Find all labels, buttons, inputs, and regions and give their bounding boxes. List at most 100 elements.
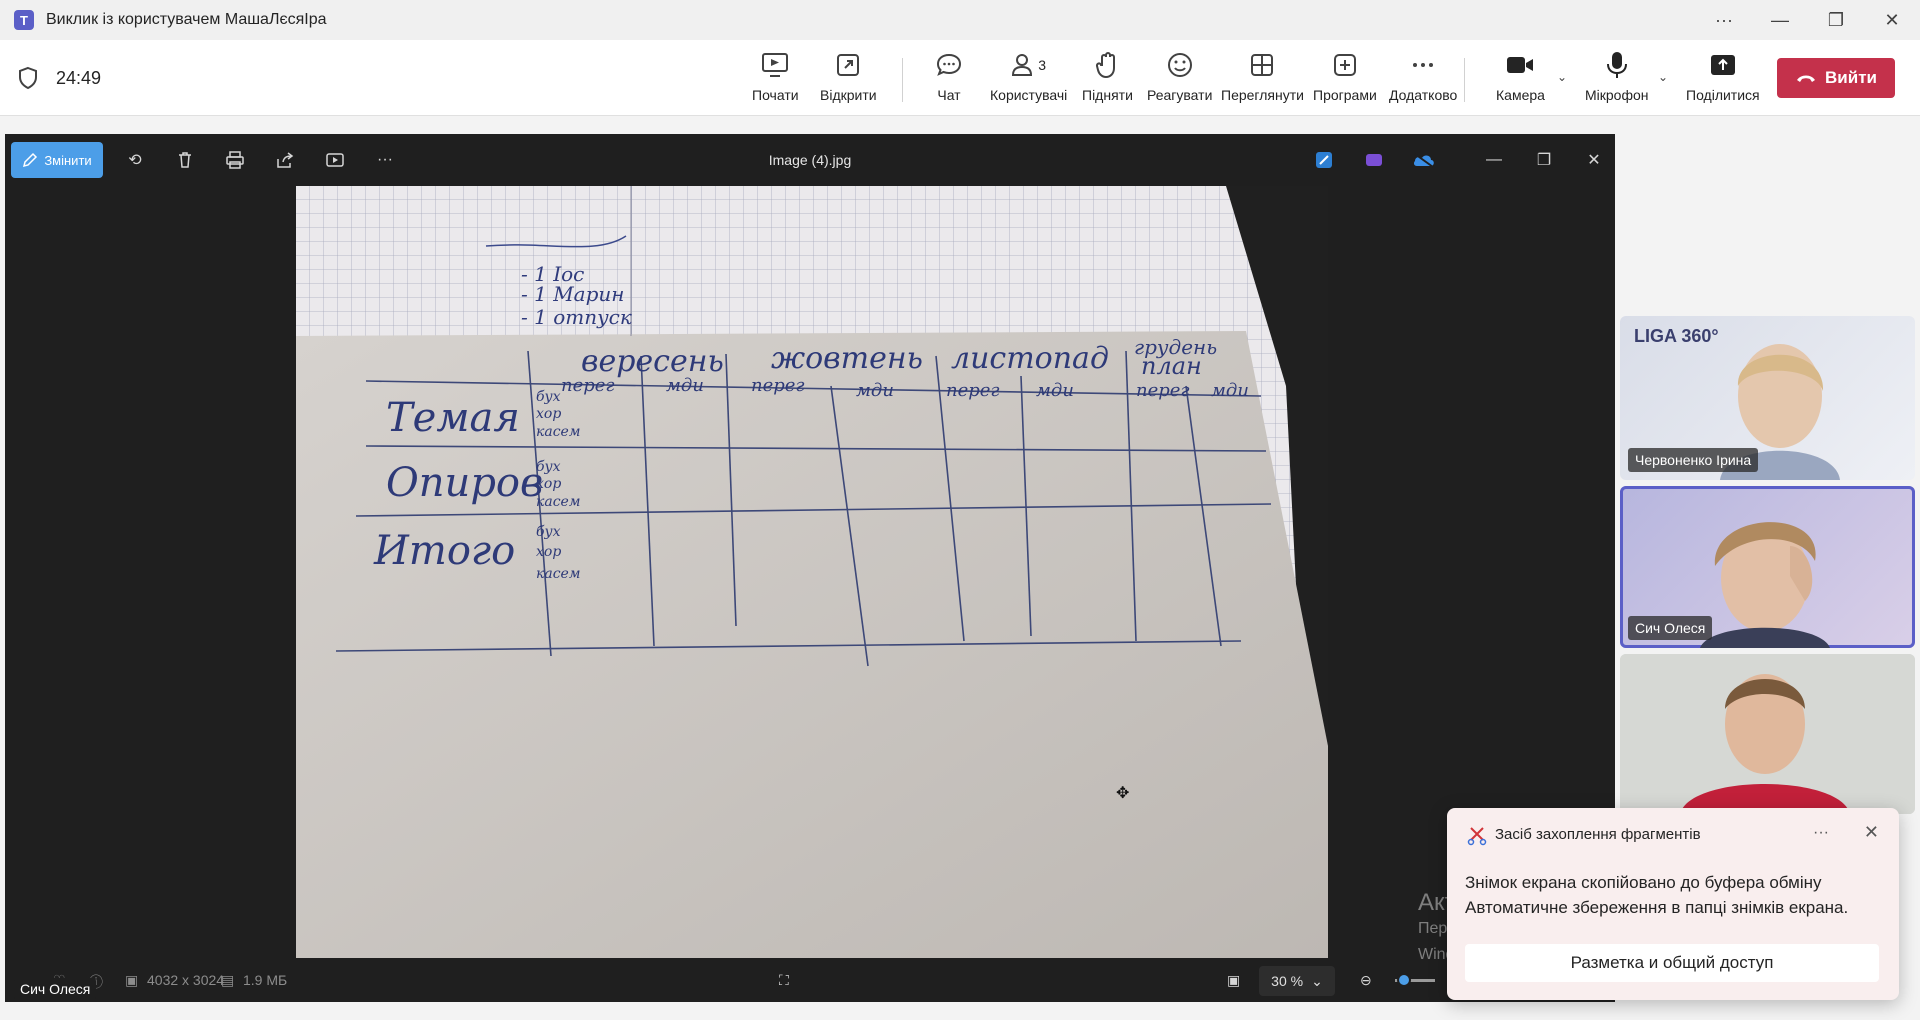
photo-viewer-window: Змінити ⟲ ··· Image (4).jpg — ❐ ✕ - 1 Іо… bbox=[5, 134, 1615, 1002]
notebook-photo: - 1 Іос - 1 Марин - 1 отпуск вересень жо… bbox=[296, 186, 1328, 958]
mic-button[interactable]: Мікрофон bbox=[1585, 50, 1649, 110]
snipping-tool-icon bbox=[1467, 827, 1487, 846]
camera-button[interactable]: Камера bbox=[1496, 50, 1545, 110]
leave-button[interactable]: Вийти bbox=[1777, 58, 1895, 98]
row-sub-label: касем bbox=[536, 424, 580, 440]
share-button[interactable]: Поділитися bbox=[1686, 50, 1760, 110]
month-label: жовтень bbox=[771, 341, 923, 376]
subcol-label: мди bbox=[856, 380, 894, 401]
participant-tile[interactable]: LIGA 360° Червоненко Ірина bbox=[1620, 316, 1915, 480]
subcol-label: перег bbox=[561, 375, 615, 396]
notification-close-icon[interactable]: ✕ bbox=[1864, 822, 1879, 843]
open-label: Відкрити bbox=[820, 87, 877, 103]
minimize-button[interactable]: — bbox=[1752, 0, 1808, 40]
self-view-name: Сич Олеся bbox=[14, 978, 97, 1000]
apps-button[interactable]: Програми bbox=[1313, 50, 1377, 110]
notification-more-icon[interactable]: ··· bbox=[1813, 824, 1829, 842]
row-sub-label: хор bbox=[536, 406, 561, 422]
onedrive-icon[interactable] bbox=[1412, 148, 1436, 172]
row-sub-label: бух bbox=[536, 389, 561, 405]
subcol-label: перег bbox=[751, 375, 805, 396]
participant-tile[interactable] bbox=[1620, 654, 1915, 814]
smile-icon bbox=[1164, 50, 1196, 80]
toolbar-divider bbox=[902, 58, 903, 102]
apps-label: Програми bbox=[1313, 87, 1377, 103]
open-button[interactable]: Відкрити bbox=[820, 50, 877, 110]
photo-canvas: - 1 Іос - 1 Марин - 1 отпуск вересень жо… bbox=[296, 186, 1328, 958]
viewer-restore-button[interactable]: ❐ bbox=[1532, 148, 1556, 172]
viewer-minimize-button[interactable]: — bbox=[1482, 148, 1506, 172]
row-sub-label: касем bbox=[536, 566, 580, 582]
zoom-slider-thumb[interactable] bbox=[1397, 973, 1411, 987]
actual-size-icon[interactable]: ▣ bbox=[1227, 972, 1240, 989]
grid-icon bbox=[1246, 50, 1278, 80]
dimensions-icon: ▣ bbox=[125, 972, 139, 988]
close-button[interactable]: ✕ bbox=[1864, 0, 1920, 40]
month-label: вересень bbox=[581, 344, 724, 379]
restore-button[interactable]: ❐ bbox=[1808, 0, 1864, 40]
viewer-toolbar: Змінити ⟲ ··· Image (4).jpg — ❐ ✕ bbox=[5, 134, 1615, 186]
mic-options-chevron-icon[interactable]: ⌄ bbox=[1658, 70, 1668, 84]
more-options-icon[interactable]: ··· bbox=[1696, 0, 1752, 40]
view-button[interactable]: Переглянути bbox=[1221, 50, 1304, 110]
subcol-label: перег bbox=[946, 380, 1000, 401]
more-icon bbox=[1407, 50, 1439, 80]
subcol-label: мди bbox=[1211, 380, 1249, 401]
start-recording-button[interactable]: Почати bbox=[752, 50, 799, 110]
mic-label: Мікрофон bbox=[1585, 87, 1649, 103]
zoom-out-icon[interactable]: ⊖ bbox=[1360, 972, 1372, 989]
viewer-close-button[interactable]: ✕ bbox=[1582, 148, 1606, 172]
chat-button[interactable]: Чат bbox=[933, 50, 965, 110]
subcol-label: мди bbox=[666, 375, 704, 396]
row-label: Опиров bbox=[386, 460, 543, 506]
designer-icon[interactable] bbox=[1312, 148, 1336, 172]
mic-icon bbox=[1601, 50, 1633, 80]
image-filesize: 1.9 МБ bbox=[243, 972, 288, 988]
row-label: Итого bbox=[373, 528, 515, 574]
more-button[interactable]: Додатково bbox=[1389, 50, 1457, 110]
fit-screen-icon[interactable]: ⛶ bbox=[779, 972, 789, 989]
row-sub-label: хор bbox=[536, 544, 561, 560]
snipping-notification[interactable]: Засіб захоплення фрагментів ··· ✕ Знімок… bbox=[1447, 808, 1899, 1000]
note-line: - 1 Марин bbox=[521, 282, 624, 306]
window-controls: ··· — ❐ ✕ bbox=[1696, 0, 1920, 40]
plus-box-icon bbox=[1329, 50, 1361, 80]
toolbar-divider bbox=[1464, 58, 1465, 102]
view-label: Переглянути bbox=[1221, 87, 1304, 103]
camera-icon bbox=[1504, 50, 1536, 80]
record-icon bbox=[759, 50, 791, 80]
more-label: Додатково bbox=[1389, 87, 1458, 103]
subcol-label: перег bbox=[1136, 380, 1190, 401]
participant-tile-active-speaker[interactable]: Сич Олеся bbox=[1620, 486, 1915, 648]
month-label: листопад bbox=[951, 341, 1109, 376]
hand-icon bbox=[1091, 50, 1123, 80]
filesize-icon: ▤ bbox=[221, 972, 235, 988]
raise-hand-button[interactable]: Підняти bbox=[1082, 50, 1133, 110]
window-title: Виклик із користувачем МашаЛєсяІра bbox=[46, 11, 327, 28]
people-label: Користувачі bbox=[990, 87, 1068, 103]
clipchamp-icon[interactable] bbox=[1362, 148, 1386, 172]
move-cursor-icon: ✥ bbox=[1116, 785, 1129, 802]
camera-options-chevron-icon[interactable]: ⌄ bbox=[1557, 70, 1567, 84]
meeting-timer: 24:49 bbox=[56, 68, 102, 88]
popout-icon bbox=[832, 50, 864, 80]
notification-message: Автоматичне збереження в папці знімків е… bbox=[1465, 898, 1849, 917]
chat-label: Чат bbox=[937, 87, 961, 103]
row-label: Темая bbox=[386, 395, 520, 441]
share-icon bbox=[1707, 50, 1739, 80]
shield-icon bbox=[19, 66, 37, 90]
raise-label: Підняти bbox=[1082, 87, 1133, 103]
share-label: Поділитися bbox=[1686, 87, 1760, 103]
notification-message: Знімок екрана скопійовано до буфера обмі… bbox=[1465, 873, 1822, 892]
leave-label: Вийти bbox=[1825, 68, 1877, 87]
image-dimensions: 4032 x 3024 bbox=[147, 972, 225, 988]
note-line: - 1 отпуск bbox=[521, 305, 632, 329]
markup-share-button[interactable]: Разметка и общий доступ bbox=[1465, 944, 1879, 982]
participant-video bbox=[1620, 654, 1915, 814]
row-sub-label: бух bbox=[536, 524, 561, 540]
zoom-select[interactable]: 30 % ⌄ bbox=[1259, 966, 1335, 996]
teams-logo-icon: T bbox=[14, 10, 34, 30]
row-sub-label: бух bbox=[536, 459, 561, 475]
react-button[interactable]: Реагувати bbox=[1147, 50, 1212, 110]
people-button[interactable]: 3 Користувачі bbox=[990, 50, 1067, 110]
